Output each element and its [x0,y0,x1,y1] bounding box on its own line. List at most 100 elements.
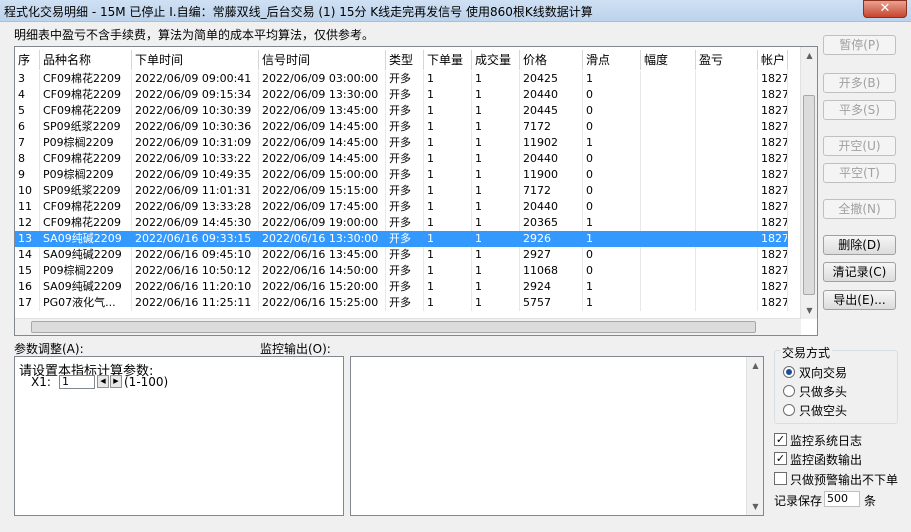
clear-records-button[interactable]: 清记录(C) [823,262,896,282]
monitor-log-label: 监控系统日志 [790,434,863,448]
table-cell [641,231,696,247]
table-cell: 开多 [386,103,424,119]
table-row[interactable]: 12 CF09棉花2209 2022/06/09 14:45:30 2022/06/0… [15,215,788,231]
table-cell: 1 [472,247,520,263]
output-scroll-down-icon[interactable]: ▼ [747,498,764,515]
scroll-down-icon[interactable]: ▼ [801,302,817,319]
table-row[interactable]: 7 P09棕榈2209 2022/06/09 10:31:09 2022/06/09 … [15,135,788,151]
table-cell: P09棕榈2209 [40,135,132,151]
vertical-scrollbar[interactable]: ▲ ▼ [800,47,817,319]
table-cell [696,279,758,295]
record-keep-label: 记录保存 [774,494,823,508]
table-row[interactable]: 11 CF09棉花2209 2022/06/09 13:33:28 2022/06/0… [15,199,788,215]
column-header[interactable]: 下单时间 [132,50,259,70]
table-cell: 0 [583,167,641,183]
table-cell: 1 [472,263,520,279]
table-cell: 开多 [386,167,424,183]
x1-increment-icon[interactable]: ▶ [110,375,122,388]
table-cell [641,263,696,279]
horizontal-scrollbar[interactable] [15,318,801,335]
cancel-all-button[interactable]: 全撤(N) [823,199,896,219]
table-cell: SP09纸浆2209 [40,119,132,135]
output-scroll-up-icon[interactable]: ▲ [747,357,764,374]
column-header[interactable]: 帐户 [758,50,788,70]
table-cell: 1 [583,279,641,295]
table-row[interactable]: 8 CF09棉花2209 2022/06/09 10:33:22 2022/06/09… [15,151,788,167]
vertical-scroll-thumb[interactable] [803,95,815,295]
column-header[interactable]: 盈亏 [696,50,758,70]
export-button[interactable]: 导出(E)... [823,290,896,310]
radio-two-way[interactable] [783,366,795,378]
table-cell: 1 [424,231,472,247]
table-cell [696,263,758,279]
close-short-button[interactable]: 平空(T) [823,163,896,183]
table-row[interactable]: 6 SP09纸浆2209 2022/06/09 10:30:36 2022/06/09… [15,119,788,135]
table-row[interactable]: 14 SA09纯碱2209 2022/06/16 09:45:10 2022/06/1… [15,247,788,263]
table-cell: 开多 [386,263,424,279]
column-header[interactable]: 下单量 [424,50,472,70]
column-header[interactable]: 成交量 [472,50,520,70]
table-cell: 1 [424,87,472,103]
alert-only-checkbox[interactable] [774,472,787,485]
table-row[interactable]: 16 SA09纯碱2209 2022/06/16 11:20:10 2022/06/1… [15,279,788,295]
open-long-button[interactable]: 开多(B) [823,73,896,93]
delete-button[interactable]: 删除(D) [823,235,896,255]
table-cell: 2022/06/09 14:45:00 [259,119,386,135]
column-header[interactable]: 价格 [520,50,583,70]
table-cell: SA09纯碱2209 [40,247,132,263]
output-scrollbar[interactable]: ▲ ▼ [746,357,763,515]
pause-button[interactable]: 暂停(P) [823,35,896,55]
column-header[interactable]: 类型 [386,50,424,70]
table-row[interactable]: 13 SA09纯碱2209 2022/06/16 09:33:15 2022/06/1… [15,231,788,247]
monitor-output-panel[interactable]: ▲ ▼ [350,356,764,516]
table-cell: SA09纯碱2209 [40,231,132,247]
monitor-func-checkbox[interactable]: ✓ [774,452,787,465]
table-cell: 2022/06/09 13:30:00 [259,87,386,103]
record-keep-input[interactable]: 500 [824,491,860,507]
table-cell: 2022/06/09 10:49:35 [132,167,259,183]
table-cell: 1 [472,135,520,151]
table-row[interactable]: 9 P09棕榈2209 2022/06/09 10:49:35 2022/06/09 … [15,167,788,183]
column-header[interactable]: 信号时间 [259,50,386,70]
monitor-log-checkbox[interactable]: ✓ [774,433,787,446]
open-short-button[interactable]: 开空(U) [823,136,896,156]
table-cell [641,87,696,103]
table-cell: 4 [15,87,40,103]
radio-short-only[interactable] [783,404,795,416]
table-cell: 1 [583,295,641,311]
table-cell: 9 [15,167,40,183]
table-cell: 0 [583,103,641,119]
table-row[interactable]: 10 SP09纸浆2209 2022/06/09 11:01:31 2022/06/0… [15,183,788,199]
close-long-button[interactable]: 平多(S) [823,100,896,120]
table-cell: 1827 [758,71,788,87]
table-cell: 2022/06/16 15:25:00 [259,295,386,311]
table-row[interactable]: 17 PG07液化气... 2022/06/16 11:25:11 2022/06/1… [15,295,788,311]
table-cell: 1827 [758,263,788,279]
table-row[interactable]: 4 CF09棉花2209 2022/06/09 09:15:34 2022/06/09… [15,87,788,103]
table-cell: CF09棉花2209 [40,199,132,215]
table-cell: 2022/06/09 19:00:00 [259,215,386,231]
table-cell: 开多 [386,151,424,167]
table-header: 序品种名称 下单时间 信号时间 类型 下单量 成交量 价格 滑点 幅度 盈亏 帐户 [15,50,788,70]
column-header[interactable]: 序 [15,50,40,70]
radio-long-only[interactable] [783,385,795,397]
table-cell: 1 [424,199,472,215]
column-header[interactable]: 幅度 [641,50,696,70]
option-two-way: 双向交易 [799,366,848,380]
column-header[interactable]: 滑点 [583,50,641,70]
column-header[interactable]: 品种名称 [40,50,132,70]
table-cell: 20440 [520,199,583,215]
x1-decrement-icon[interactable]: ◀ [97,375,109,388]
table-row[interactable]: 15 P09棕榈2209 2022/06/16 10:50:12 2022/06/16… [15,263,788,279]
horizontal-scroll-thumb[interactable] [31,321,756,333]
scroll-up-icon[interactable]: ▲ [801,47,817,64]
close-button[interactable]: ✕ [863,0,907,18]
table-cell: 1 [424,151,472,167]
x1-input[interactable]: 1 [59,375,95,389]
table-cell: 8 [15,151,40,167]
table-cell [641,103,696,119]
table-cell: 1827 [758,183,788,199]
trade-detail-table[interactable]: 序品种名称 下单时间 信号时间 类型 下单量 成交量 价格 滑点 幅度 盈亏 帐户 3 CF09棉花2… [14,46,818,336]
table-row[interactable]: 5 CF09棉花2209 2022/06/09 10:30:39 2022/06/09… [15,103,788,119]
table-row[interactable]: 3 CF09棉花2209 2022/06/09 09:00:41 2022/06/09… [15,71,788,87]
